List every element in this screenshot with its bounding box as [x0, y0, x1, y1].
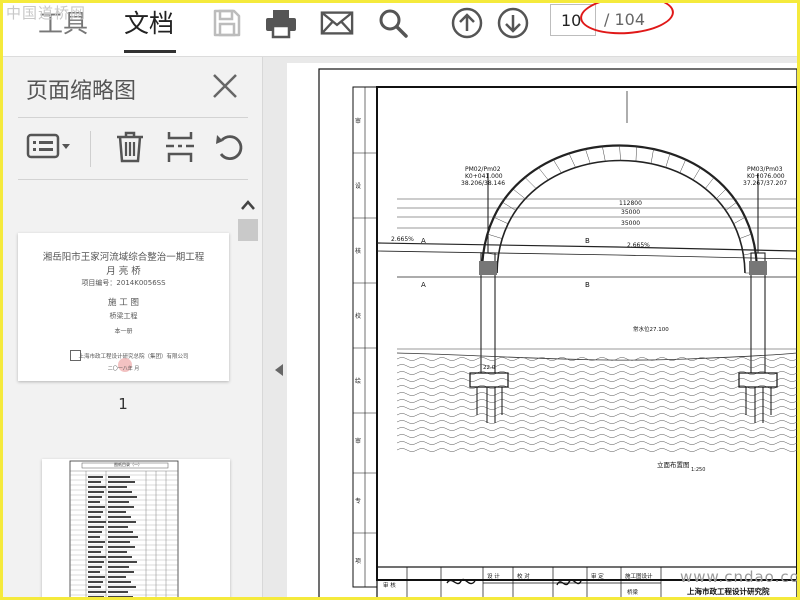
collapse-sidebar-icon[interactable] [274, 362, 284, 376]
thumb-stage: 施 工 图 [108, 298, 139, 308]
thumbnail-page-number: 1 [118, 395, 128, 413]
arrow-up-circle-icon[interactable] [450, 6, 484, 40]
pier-right-label-1: PM03/Pm03 [747, 166, 783, 173]
toolbar: 中国道桥网 工具 文档 10 / 104 [0, 0, 800, 57]
thumb-table-drawing [69, 460, 179, 600]
view-title: 立面布置图 [657, 460, 690, 469]
slope-right: 2.665% [627, 242, 650, 249]
arrow-down-circle-icon[interactable] [496, 6, 530, 40]
thumb-volume: 本一册 [114, 328, 133, 335]
pier-right-label-3: 37.267/37.207 [743, 180, 787, 187]
svg-text:专: 专 [355, 497, 361, 505]
delete-icon[interactable] [112, 127, 148, 167]
drawing-frame [376, 86, 798, 581]
pier-left-label-3: 38.206/38.146 [461, 180, 505, 187]
bridge-elevation-drawing: 审设核 校绘审 专项 PM02/Pm02 K0+041.000 38.206/3… [318, 68, 798, 600]
slope-left: 2.665% [391, 236, 414, 243]
drawing-border [318, 68, 798, 600]
section-mark: B [585, 281, 590, 289]
print-icon[interactable] [264, 6, 298, 40]
insert-page-icon[interactable] [162, 127, 198, 167]
thumb-title: 湘岳阳市王家河流域综合整治一期工程 [42, 252, 205, 263]
thumb-subtitle: 月 亮 桥 [106, 266, 141, 277]
dimension-total: 112800 [619, 200, 642, 207]
active-tab-underline [124, 50, 176, 53]
thumb-toc-title: 图纸目录（一） [114, 462, 142, 467]
toolbar-separator [90, 131, 91, 167]
close-icon[interactable] [210, 71, 240, 101]
pier-right-label-2: K0+076.000 [747, 173, 785, 180]
svg-text:审: 审 [355, 117, 361, 125]
thumbnail-sidebar: 页面缩略图 湘岳阳市王家河流域综合整治一期工程 月 亮 桥 项目编号：2014K… [0, 57, 263, 600]
titleblock-institute: 上海市政工程设计研究院 [687, 586, 770, 596]
thumb-institute: 上海市政工程设计研究总院（集团）有限公司 [78, 354, 189, 360]
svg-text:绘: 绘 [355, 377, 361, 385]
titleblock-cell: 校 对 [517, 572, 530, 580]
thumb-category: 桥梁工程 [109, 312, 138, 320]
scroll-thumb[interactable] [238, 219, 258, 241]
watermark-bottom: www.cndao.com [680, 568, 800, 586]
section-mark: B [585, 237, 590, 245]
pier-left-label-1: PM02/Pm02 [465, 166, 501, 173]
section-mark: A [421, 237, 426, 245]
dimension-span-2: 35000 [621, 220, 640, 227]
pile-dimension: 22.0 [483, 365, 496, 371]
rotate-icon[interactable] [212, 127, 248, 167]
titleblock-cell: 设 计 [487, 572, 500, 580]
sidebar-title: 页面缩略图 [26, 79, 137, 104]
section-mark: A [421, 281, 426, 289]
watermark-top: 中国道桥网 [6, 4, 87, 22]
document-page: 审设核 校绘审 专项 PM02/Pm02 K0+041.000 38.206/3… [287, 63, 800, 600]
sidebar-divider [18, 179, 248, 180]
chevron-up-icon[interactable] [240, 197, 256, 211]
thumb-project-no: 项目编号：2014K0056SS [81, 279, 166, 287]
svg-text:设: 设 [355, 182, 361, 190]
svg-text:校: 校 [355, 312, 361, 320]
dimension-span-1: 35000 [621, 209, 640, 216]
sidebar-divider [18, 117, 248, 118]
view-scale: 1:250 [691, 467, 705, 473]
svg-text:审: 审 [355, 437, 361, 445]
titleblock-cell: 桥梁 [627, 588, 639, 596]
page-thumbnail-2[interactable]: 图纸目录（一） [42, 459, 230, 600]
search-icon[interactable] [376, 6, 410, 40]
titleblock-cell: 施工图设计 [625, 572, 653, 580]
titleblock-cell: 审 定 [591, 572, 604, 580]
save-icon[interactable] [210, 6, 244, 40]
svg-text:项: 项 [355, 558, 361, 565]
mail-icon[interactable] [320, 6, 354, 40]
titleblock-cell: 审 核 [383, 581, 396, 589]
thumb-date: 二〇一八年 月 [107, 366, 140, 372]
page-thumbnail-1[interactable]: 湘岳阳市王家河流域综合整治一期工程 月 亮 桥 项目编号：2014K0056SS… [18, 233, 229, 381]
thumbnail-options-icon[interactable] [26, 127, 74, 167]
pier-left-label-2: K0+041.000 [465, 173, 503, 180]
water-level-label: 常水位27.100 [633, 325, 669, 333]
svg-text:核: 核 [355, 247, 361, 255]
tab-document[interactable]: 文档 [124, 4, 174, 40]
